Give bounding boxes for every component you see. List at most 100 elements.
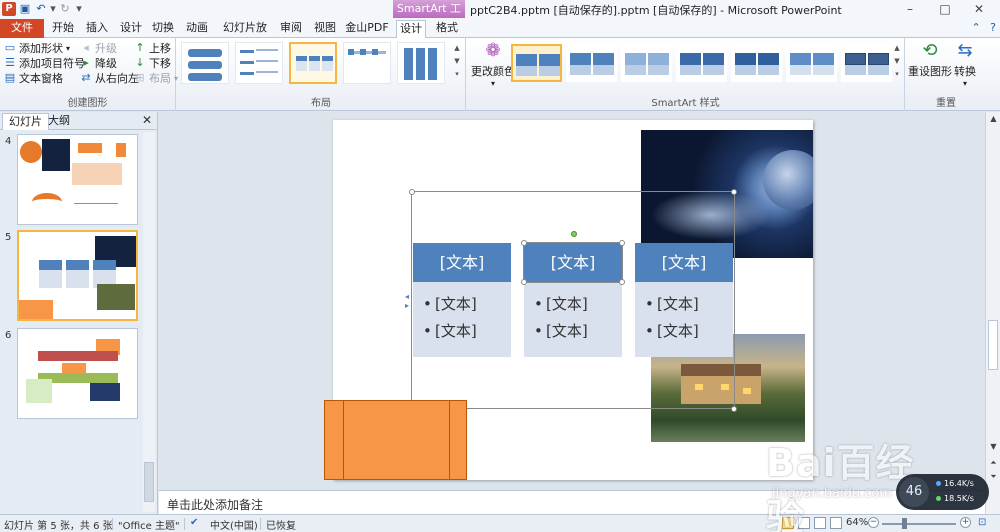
scroll-up-icon[interactable]: ▲: [986, 114, 1000, 123]
shape-thumb: [116, 143, 126, 157]
image-thumb: [42, 139, 70, 171]
smartart-bullet[interactable]: [文本]: [413, 291, 511, 318]
tab-file[interactable]: 文件: [0, 19, 44, 38]
smartart-heading[interactable]: [文本]: [635, 243, 733, 282]
style-option[interactable]: [566, 44, 617, 82]
scroll-down-icon[interactable]: ▼: [986, 442, 1000, 451]
promote-button[interactable]: ◂ 升级: [80, 40, 117, 56]
theme-name[interactable]: "Office 主题": [118, 517, 180, 532]
styles-scroll-up-icon[interactable]: ▲: [891, 42, 903, 55]
tab-smartart-format[interactable]: 格式: [432, 20, 462, 38]
styles-more-icon[interactable]: ▾: [891, 68, 903, 81]
selection-handle[interactable]: [731, 189, 737, 195]
selection-handle[interactable]: [619, 279, 625, 285]
color-palette-icon: ❁: [485, 40, 501, 61]
scrollbar-thumb[interactable]: [988, 320, 998, 370]
smartart-bullet[interactable]: [文本]: [524, 318, 622, 345]
tab-transitions[interactable]: 切换: [150, 20, 176, 38]
change-colors-button[interactable]: ❁ 更改颜色 ▾: [471, 40, 515, 88]
style-option[interactable]: [841, 44, 892, 82]
selection-handle[interactable]: [619, 240, 625, 246]
redo-icon[interactable]: ↻: [58, 2, 72, 16]
convert-button[interactable]: ⇆ 转换 ▾: [954, 40, 976, 88]
smartart-column[interactable]: [文本] [文本] [文本]: [635, 243, 733, 357]
rotation-handle[interactable]: [571, 231, 577, 237]
tab-insert[interactable]: 插入: [84, 20, 110, 38]
selection-handle[interactable]: [731, 406, 737, 412]
slide-thumbnail-5[interactable]: [17, 230, 138, 321]
tab-home[interactable]: 开始: [50, 20, 76, 38]
styles-scroll-down-icon[interactable]: ▼: [891, 55, 903, 68]
orange-rectangle-shape[interactable]: [324, 400, 467, 480]
style-option[interactable]: [731, 44, 782, 82]
reset-graphic-icon: ⟲: [922, 40, 938, 61]
layout-option-selected[interactable]: [289, 42, 337, 84]
text-pane-toggle-icon[interactable]: ◂ ▸: [405, 292, 411, 310]
tab-view[interactable]: 视图: [312, 20, 338, 38]
tab-kingsoft-pdf[interactable]: 金山PDF: [345, 20, 389, 38]
tab-design[interactable]: 设计: [118, 20, 144, 38]
tab-animations[interactable]: 动画: [184, 20, 210, 38]
style-option[interactable]: [621, 44, 672, 82]
layout-option[interactable]: [235, 42, 283, 84]
smartart-bullet[interactable]: [文本]: [635, 291, 733, 318]
layout-option[interactable]: [181, 42, 229, 84]
layout-option[interactable]: [343, 42, 391, 84]
move-up-button[interactable]: ↑ 上移: [134, 40, 171, 56]
minimize-button[interactable]: –: [897, 0, 923, 18]
add-bullet-icon: ☰: [5, 56, 15, 69]
customize-quick-access-icon[interactable]: ▾: [72, 2, 86, 16]
scrollbar-thumb[interactable]: [144, 462, 154, 502]
tab-review[interactable]: 审阅: [278, 20, 304, 38]
save-icon[interactable]: ▣: [18, 2, 32, 16]
smartart-heading[interactable]: [文本]: [413, 243, 511, 282]
spell-check-icon[interactable]: ✔: [190, 517, 198, 528]
language[interactable]: 中文(中国): [210, 517, 258, 532]
smartart-heading[interactable]: [文本]: [523, 242, 623, 283]
selection-handle[interactable]: [409, 189, 415, 195]
maximize-button[interactable]: □: [932, 0, 958, 18]
help-icon[interactable]: ?: [990, 21, 996, 34]
selection-handle[interactable]: [521, 240, 527, 246]
image-thumb: [26, 379, 52, 403]
reset-graphic-button[interactable]: ⟲ 重设图形: [908, 40, 952, 79]
notes-placeholder[interactable]: 单击此处添加备注: [167, 496, 263, 513]
demote-button[interactable]: ▸ 降级: [80, 55, 117, 71]
move-down-button[interactable]: ↓ 下移: [134, 55, 171, 71]
slides-pane-scrollbar[interactable]: [143, 132, 155, 512]
next-slide-icon[interactable]: ⏷: [986, 472, 1000, 482]
smartart-bullet[interactable]: [文本]: [413, 318, 511, 345]
layout-option[interactable]: [397, 42, 445, 84]
slide-thumbnail-4[interactable]: [17, 134, 138, 225]
slide-thumbnail-6[interactable]: [17, 328, 138, 419]
close-button[interactable]: ✕: [966, 0, 992, 18]
smartart-column[interactable]: [文本] [文本] [文本]: [523, 242, 623, 357]
selection-handle[interactable]: [521, 279, 527, 285]
zoom-in-icon[interactable]: +: [960, 517, 971, 528]
smartart-bullet[interactable]: [文本]: [524, 291, 622, 318]
tab-outline[interactable]: 大纲: [42, 113, 76, 130]
main-vertical-scrollbar[interactable]: ▲ ▼ ⏶ ⏷: [985, 112, 1000, 514]
tab-slide-show[interactable]: 幻灯片放映: [218, 20, 272, 50]
gallery-scroll-down-icon[interactable]: ▼: [451, 55, 463, 68]
close-pane-icon[interactable]: ✕: [142, 113, 152, 127]
network-speed-widget[interactable]: 46 16.4K/s 18.5K/s: [896, 474, 989, 510]
slides-pane: 幻灯片 大纲 ✕ 4 5 6: [0, 112, 158, 514]
powerpoint-logo-icon[interactable]: P: [2, 2, 16, 16]
smartart-column[interactable]: [文本] [文本] [文本]: [413, 243, 511, 357]
style-option-selected[interactable]: [511, 44, 562, 82]
text-pane-button[interactable]: ▤ 文本窗格: [4, 70, 63, 86]
gallery-scroll-up-icon[interactable]: ▲: [451, 42, 463, 55]
fit-to-window-icon[interactable]: ⊡: [978, 517, 986, 528]
style-option[interactable]: [676, 44, 727, 82]
previous-slide-icon[interactable]: ⏶: [986, 458, 1000, 468]
right-to-left-button[interactable]: ⇄ 从右向左: [80, 70, 139, 86]
gallery-more-icon[interactable]: ▾: [451, 68, 463, 81]
minimize-ribbon-icon[interactable]: ⌃: [971, 21, 980, 34]
tab-smartart-design[interactable]: 设计: [396, 20, 426, 38]
layout-button[interactable]: ⊞ 布局 ▾: [134, 70, 178, 86]
smartart-bullet[interactable]: [文本]: [635, 318, 733, 345]
style-option[interactable]: [786, 44, 837, 82]
add-shape-button[interactable]: ▭ 添加形状 ▾: [4, 40, 70, 56]
add-bullet-button[interactable]: ☰ 添加项目符号: [4, 55, 85, 71]
